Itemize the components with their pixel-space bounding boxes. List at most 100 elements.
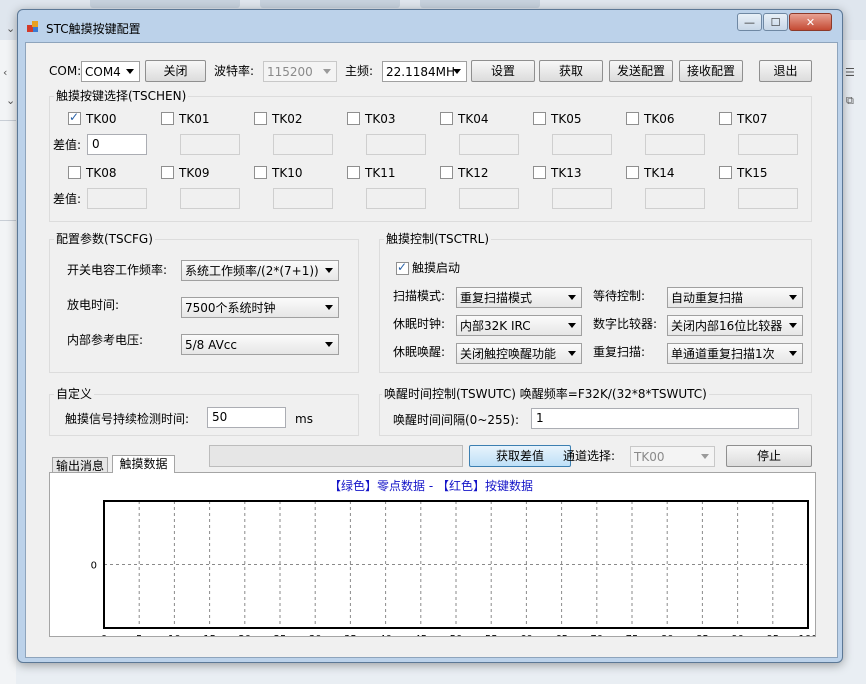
touch-key-diff-input[interactable] (273, 134, 333, 155)
touch-key-diff-input[interactable] (366, 134, 426, 155)
touch-key-checkbox[interactable] (347, 112, 360, 125)
touch-key-label: TK08 (86, 166, 117, 180)
touch-key-diff-input[interactable] (459, 134, 519, 155)
touch-key-checkbox[interactable] (719, 166, 732, 179)
com-port-select[interactable]: COM4 (81, 61, 140, 82)
touch-key-label: TK00 (86, 112, 117, 126)
close-port-button[interactable]: 关闭 (145, 60, 206, 82)
x-tick-label: 60 (520, 634, 533, 636)
touch-key-checkbox[interactable] (254, 166, 267, 179)
wait-control-select[interactable]: 自动重复扫描 (667, 287, 803, 308)
touch-key-checkbox[interactable] (161, 112, 174, 125)
send-config-button[interactable]: 发送配置 (609, 60, 673, 82)
discharge-label: 放电时间: (67, 298, 120, 312)
comparator-select[interactable]: 关闭内部16位比较器 (667, 315, 803, 336)
touch-key-checkbox[interactable] (533, 112, 546, 125)
y-tick-label: 0 (91, 561, 97, 572)
switch-freq-select[interactable]: 系统工作频率/(2*(7+1)) (181, 260, 339, 281)
background-tab (420, 0, 540, 8)
title-bar[interactable]: STC触摸按键配置 — ☐ ✕ (18, 10, 842, 43)
receive-config-button[interactable]: 接收配置 (679, 60, 743, 82)
fetch-button[interactable]: 获取 (539, 60, 603, 82)
scan-mode-select[interactable]: 重复扫描模式 (456, 287, 582, 308)
chart-title: 【绿色】零点数据 - 【红色】按键数据 (329, 478, 533, 493)
vref-select[interactable]: 5/8 AVcc (181, 334, 339, 355)
maximize-button[interactable]: ☐ (763, 13, 788, 31)
background-divider (0, 120, 16, 121)
touch-key-checkbox[interactable] (626, 112, 639, 125)
touch-key-diff-input[interactable] (87, 188, 147, 209)
touch-key-label: TK12 (458, 166, 489, 180)
chevron-left-icon: ‹ (3, 66, 8, 79)
touch-key-diff-input[interactable] (552, 188, 612, 209)
chevron-down-icon (126, 69, 134, 74)
touch-key-label: TK07 (737, 112, 768, 126)
channel-value: TK00 (634, 450, 665, 464)
touch-key-label: TK03 (365, 112, 396, 126)
get-diff-button[interactable]: 获取差值 (469, 445, 571, 467)
touch-enable-label: 触摸启动 (412, 261, 461, 275)
discharge-time-select[interactable]: 7500个系统时钟 (181, 297, 339, 318)
touch-key-diff-input[interactable] (180, 134, 240, 155)
wakeup-interval-input[interactable]: 1 (531, 408, 799, 429)
touch-key-checkbox[interactable] (719, 112, 732, 125)
x-tick-label: 20 (238, 634, 251, 636)
baud-rate-select[interactable]: 115200 (263, 61, 337, 82)
sleep-clock-select[interactable]: 内部32K IRC (456, 315, 582, 336)
touch-data-chart: 【绿色】零点数据 - 【红色】按键数据 0 5 10 15 20 25 30 35 40 45 50… (91, 478, 815, 636)
baud-rate-value: 115200 (267, 65, 313, 79)
touch-key-checkbox[interactable] (68, 166, 81, 179)
discharge-time-value: 7500个系统时钟 (185, 301, 276, 315)
repeat-scan-select[interactable]: 单通道重复扫描1次 (667, 343, 803, 364)
background-divider (0, 220, 16, 221)
touch-key-label: TK13 (551, 166, 582, 180)
touch-key-checkbox[interactable] (533, 166, 546, 179)
touch-key-checkbox[interactable] (440, 112, 453, 125)
touch-key-diff-input[interactable] (645, 134, 705, 155)
touch-key-diff-input[interactable] (366, 188, 426, 209)
x-tick-label: 50 (450, 634, 463, 636)
close-button[interactable]: ✕ (789, 13, 832, 31)
switch-freq-label: 开关电容工作频率: (67, 263, 168, 277)
x-tick-label: 35 (344, 634, 357, 636)
touch-key-checkbox[interactable] (68, 110, 81, 125)
touch-key-diff-input[interactable] (738, 134, 798, 155)
minimize-button[interactable]: — (737, 13, 762, 31)
channel-label: 通道选择: (563, 449, 616, 463)
touch-key-diff-input[interactable] (645, 188, 705, 209)
wakeup-select[interactable]: 关闭触控唤醒功能 (456, 343, 582, 364)
touch-key-checkbox[interactable] (347, 166, 360, 179)
settings-button[interactable]: 设置 (471, 60, 535, 82)
touch-key-diff-input[interactable] (738, 188, 798, 209)
freq-label: 主频: (345, 64, 374, 78)
touch-key-diff-input[interactable]: 0 (87, 134, 147, 155)
stop-button[interactable]: 停止 (726, 445, 812, 467)
touch-key-checkbox[interactable] (626, 166, 639, 179)
sleep-clock-value: 内部32K IRC (460, 319, 531, 333)
x-tick-label: 65 (555, 634, 568, 636)
tab-touch-data[interactable]: 触摸数据 (112, 455, 175, 473)
tsctrl-group-title: 触摸控制(TSCTRL) (384, 231, 492, 247)
touch-key-checkbox[interactable] (254, 112, 267, 125)
channel-select[interactable]: TK00 (630, 446, 715, 467)
x-tick-label: 75 (626, 634, 639, 636)
dialog-client-area: COM: COM4 关闭 波特率: 115200 主频: 22.1184MH 设… (25, 42, 838, 658)
tab-output-messages[interactable]: 输出消息 (52, 457, 108, 473)
touch-key-checkbox[interactable] (161, 166, 174, 179)
vref-value: 5/8 AVcc (185, 338, 237, 352)
duration-input[interactable]: 50 (207, 407, 286, 428)
x-tick-label: 0 (101, 634, 107, 636)
touch-key-diff-input[interactable] (273, 188, 333, 209)
background-tab (260, 0, 400, 8)
wakeup-interval-label: 唤醒时间间隔(0~255): (393, 413, 520, 427)
main-frequency-select[interactable]: 22.1184MH (382, 61, 467, 82)
touch-key-checkbox[interactable] (440, 166, 453, 179)
touch-key-diff-input[interactable] (180, 188, 240, 209)
touch-key-diff-input[interactable] (459, 188, 519, 209)
touch-key-diff-input[interactable] (552, 134, 612, 155)
chevron-down-icon (325, 268, 333, 273)
touch-data-panel: 【绿色】零点数据 - 【红色】按键数据 0 5 10 15 20 25 30 35 40 45 50… (49, 472, 816, 637)
exit-button[interactable]: 退出 (759, 60, 812, 82)
touch-enable-checkbox[interactable] (396, 260, 409, 275)
wakeup-value: 关闭触控唤醒功能 (460, 347, 557, 361)
